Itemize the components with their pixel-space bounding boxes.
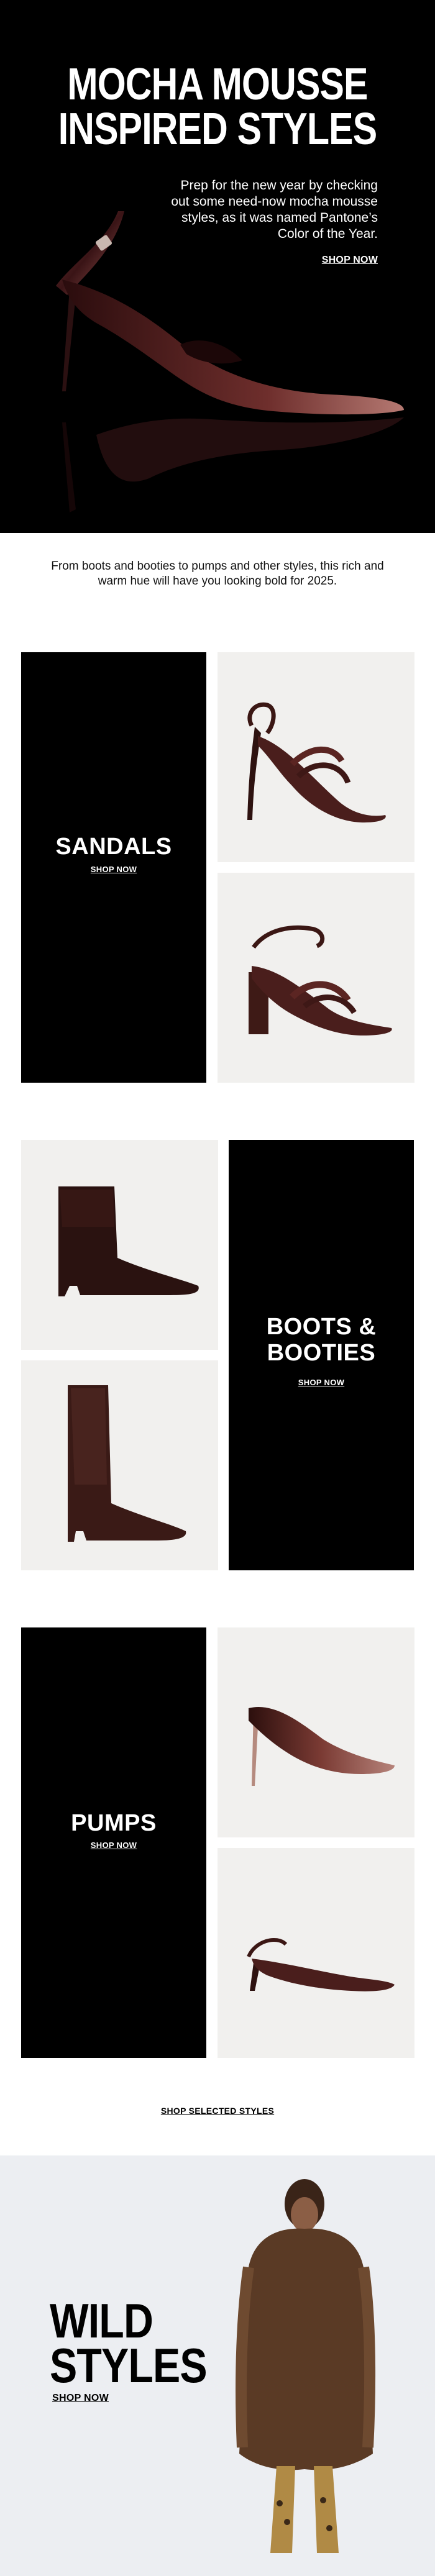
wild-styles-banner[interactable]: WILD STYLES SHOP NOW (0, 2155, 435, 2576)
shop-selected-styles-link[interactable]: SHOP SELECTED STYLES (0, 2106, 435, 2116)
email-page: MOCHA MOUSSE INSPIRED STYLES Prep for th… (0, 0, 435, 2576)
ankle-bootie-illustration (58, 1186, 199, 1296)
boots-title: BOOTS & BOOTIES (229, 1314, 414, 1366)
wild-styles-title: WILD STYLES (50, 2293, 208, 2393)
ankle-bootie-image[interactable] (21, 1140, 218, 1350)
hero-title-line1: MOCHA MOUSSE (67, 60, 368, 109)
boots-panel[interactable]: BOOTS & BOOTIES SHOP NOW (229, 1140, 414, 1570)
hero-banner[interactable]: MOCHA MOUSSE INSPIRED STYLES Prep for th… (0, 0, 435, 533)
model-in-fur-coat-image (236, 2179, 376, 2553)
slingback-sandal-illustration (247, 702, 386, 823)
metallic-pump-illustration (249, 1707, 395, 1786)
hero-shop-now-link[interactable]: SHOP NOW (322, 255, 378, 266)
sandals-shop-now-link[interactable]: SHOP NOW (21, 865, 206, 874)
sandals-panel[interactable]: SANDALS SHOP NOW (21, 652, 206, 1083)
kitten-heel-slingback-illustration (247, 1937, 395, 1991)
slingback-sandal-image[interactable] (218, 652, 414, 862)
hero-title-line2: INSPIRED STYLES (58, 104, 377, 154)
boots-title-line2: BOOTIES (267, 1340, 376, 1366)
block-heel-sandal-illustration (249, 925, 392, 1035)
kitten-heel-slingback-image[interactable] (218, 1848, 414, 2058)
metallic-pump-image[interactable] (218, 1627, 414, 1837)
knee-high-boot-image[interactable] (21, 1360, 218, 1570)
hero-description: Prep for the new year by checking out so… (171, 178, 378, 241)
block-heel-sandal-image[interactable] (218, 873, 414, 1083)
wild-title-line2: STYLES (50, 2338, 208, 2393)
pumps-shop-now-link[interactable]: SHOP NOW (21, 1841, 206, 1850)
sandals-title: SANDALS (55, 834, 172, 860)
intro-text-block: From boots and booties to pumps and othe… (0, 559, 435, 589)
hero-title: MOCHA MOUSSE INSPIRED STYLES (39, 62, 396, 152)
wild-shop-now-link[interactable]: SHOP NOW (52, 2393, 109, 2404)
pumps-title: PUMPS (71, 1810, 157, 1836)
intro-text: From boots and booties to pumps and othe… (51, 560, 384, 588)
pumps-panel[interactable]: PUMPS SHOP NOW (21, 1627, 206, 2058)
knee-high-boot-illustration (68, 1385, 186, 1542)
wild-title-line1: WILD (50, 2293, 153, 2348)
boots-title-line1: BOOTS & (266, 1314, 377, 1340)
boots-shop-now-link[interactable]: SHOP NOW (229, 1378, 414, 1387)
